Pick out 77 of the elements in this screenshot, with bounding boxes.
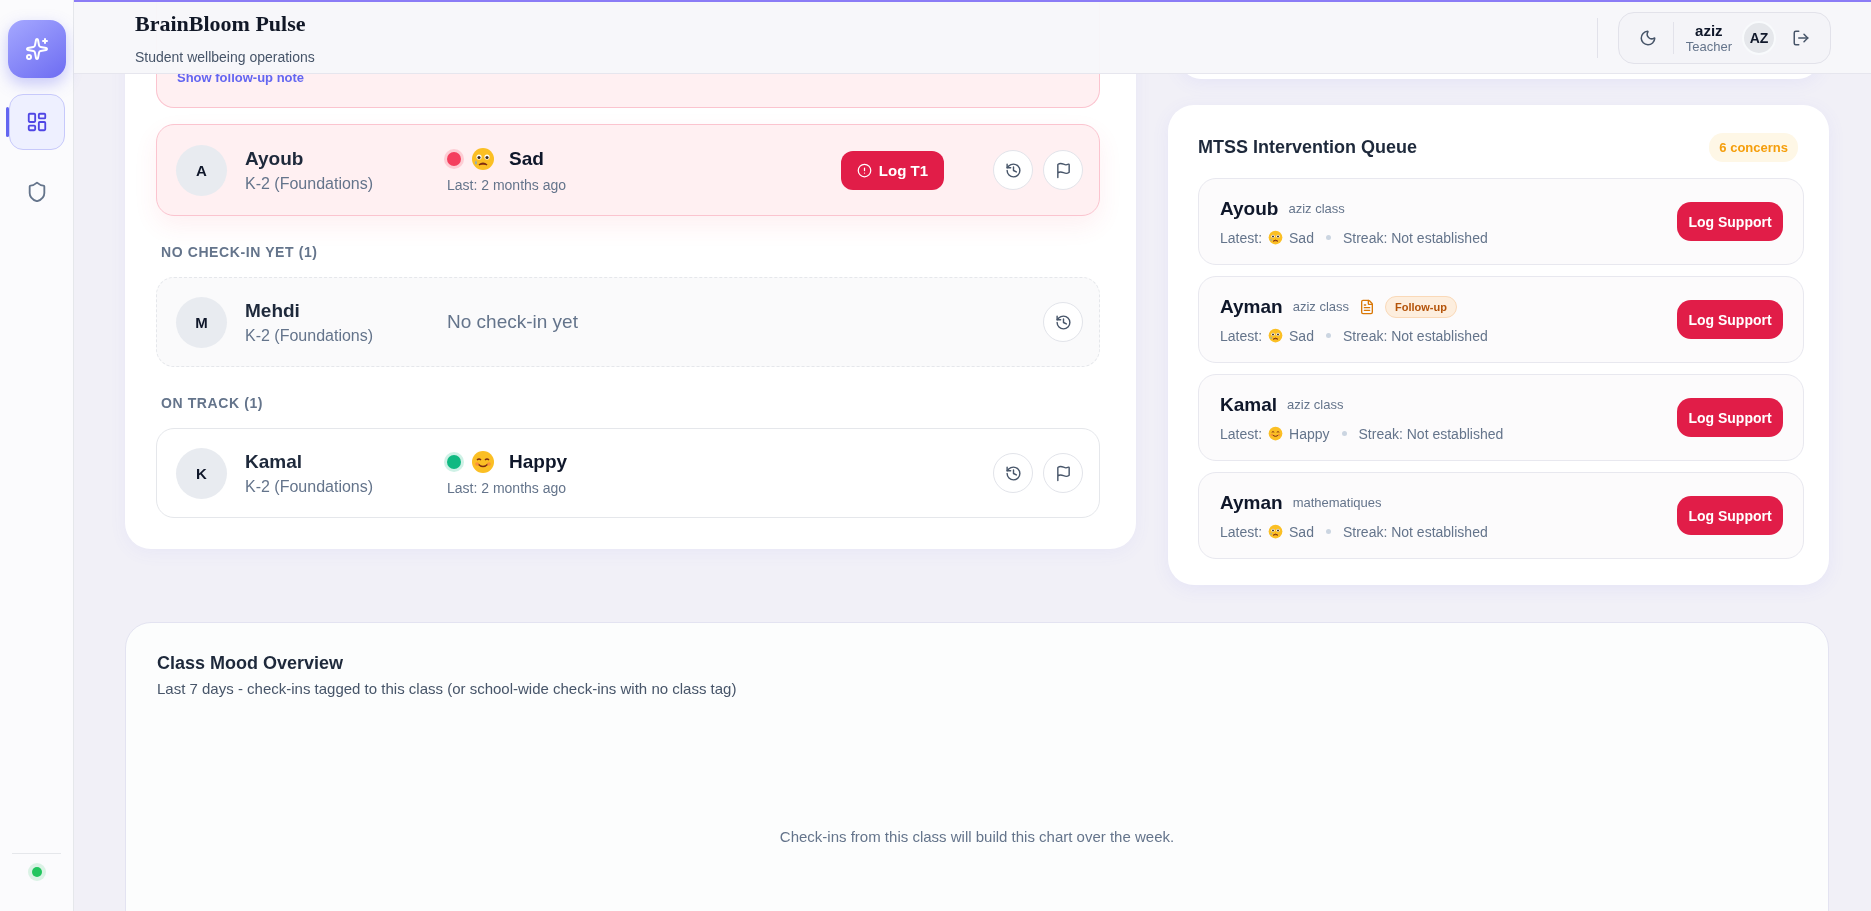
logo-button[interactable] [7, 20, 66, 78]
streak-text: Streak: Not established [1342, 229, 1488, 246]
user-avatar: AZ [1742, 20, 1776, 55]
student-avatar: K [176, 447, 227, 499]
streak-text: Streak: Not established [1342, 327, 1488, 344]
sparkles-icon [24, 37, 49, 61]
student-name: Kamal [245, 450, 304, 473]
mood-label: Sad [1289, 327, 1314, 344]
mood-label: Sad [1289, 523, 1314, 540]
history-icon [1054, 313, 1072, 331]
student-name: Ayman [1220, 491, 1283, 514]
student-avatar: M [176, 296, 227, 348]
class-name: aziz class [1287, 397, 1344, 412]
log-support-button[interactable]: Log Support [1677, 300, 1783, 339]
last-checkin: Last: 2 months ago [447, 480, 568, 496]
student-name: Kamal [1220, 393, 1278, 416]
student-name: Ayoub [1220, 197, 1279, 220]
no-checkin-text: No check-in yet [447, 311, 579, 333]
alert-icon [856, 162, 872, 178]
concern-count: 6 concerns [1709, 133, 1798, 162]
class-name: aziz class [1292, 299, 1349, 314]
student-name: Mehdi [245, 299, 301, 322]
class-name: aziz class [1288, 201, 1345, 216]
flag-button[interactable] [1043, 150, 1083, 190]
sad-face-icon [1268, 328, 1284, 343]
dashboard-icon [25, 111, 48, 133]
follow-up-tag: Follow-up [1385, 295, 1457, 318]
flag-icon [1054, 464, 1072, 482]
follow-up-link[interactable]: Show follow-up note [177, 70, 305, 85]
app-title: BrainBloom Pulse [135, 10, 307, 37]
card-subtitle: Last 7 days - check-ins tagged to this class (or school-wide check-ins with no class tag) [157, 680, 738, 697]
sidebar-item[interactable] [8, 94, 65, 150]
log-support-button[interactable]: Log Support [1677, 496, 1783, 535]
empty-chart-text: Check-ins from this class will build this chart over the week. [778, 828, 1176, 845]
user-name: aziz [1695, 21, 1723, 39]
history-button[interactable] [1043, 302, 1083, 342]
group-label: NO CHECK-IN YET (1) [161, 244, 319, 260]
student-grade: K-2 (Foundations) [245, 174, 375, 193]
history-icon [1004, 464, 1022, 482]
streak-text: Streak: Not established [1342, 523, 1488, 540]
streak-text: Streak: Not established [1358, 425, 1504, 442]
mood-label: Happy [509, 451, 568, 473]
log-tier-button[interactable]: Log T1 [840, 150, 944, 190]
logout-icon [1792, 28, 1810, 47]
flag-icon [1054, 161, 1072, 179]
history-icon [1004, 161, 1022, 179]
app-subtitle: Student wellbeing operations [135, 48, 315, 65]
student-name: Ayoub [245, 147, 305, 170]
mood-label: Sad [509, 148, 544, 170]
mood-label: Happy [1289, 425, 1330, 442]
queue-title: MTSS Intervention Queue [1198, 137, 1418, 158]
history-button[interactable] [993, 150, 1033, 190]
smiling-face-icon [471, 450, 495, 474]
sad-face-icon [471, 147, 495, 171]
user-role: Teacher [1685, 38, 1732, 54]
mood-label: Sad [1289, 229, 1314, 246]
last-checkin: Last: 2 months ago [447, 177, 568, 193]
student-avatar: A [176, 144, 227, 196]
student-name: Ayman [1220, 295, 1283, 318]
sad-face-icon [1268, 230, 1284, 245]
log-support-button[interactable]: Log Support [1677, 398, 1783, 437]
document-icon [1359, 298, 1375, 315]
latest-label: Latest: [1220, 327, 1263, 344]
student-grade: K-2 (Foundations) [245, 477, 375, 496]
history-button[interactable] [993, 453, 1033, 493]
class-name: mathematiques [1292, 495, 1382, 510]
student-grade: K-2 (Foundations) [245, 326, 375, 345]
moon-icon [1638, 28, 1657, 47]
flag-button[interactable] [1043, 453, 1083, 493]
latest-label: Latest: [1220, 229, 1263, 246]
smiling-face-icon [1268, 426, 1284, 441]
card-title: Class Mood Overview [157, 653, 345, 674]
log-support-button[interactable]: Log Support [1677, 202, 1783, 241]
group-label: ON TRACK (1) [161, 395, 265, 411]
latest-label: Latest: [1220, 425, 1263, 442]
latest-label: Latest: [1220, 523, 1263, 540]
sad-face-icon [1268, 524, 1284, 539]
